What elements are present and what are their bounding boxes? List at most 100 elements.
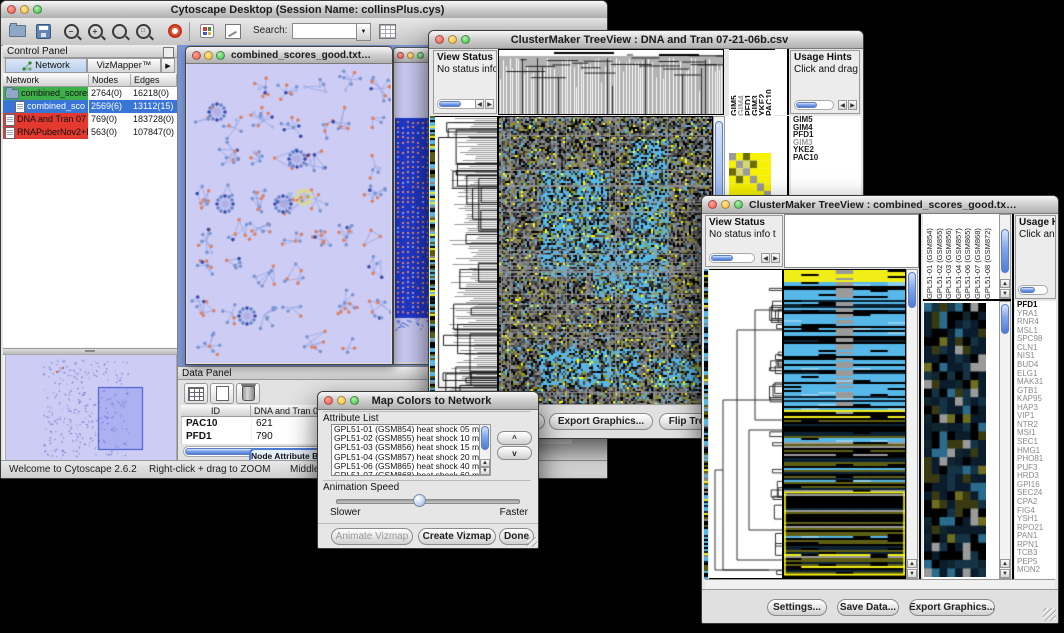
zoom-in-button[interactable]: +: [83, 21, 107, 41]
vizmapper-button[interactable]: [195, 21, 219, 41]
select-attributes-button[interactable]: [184, 383, 208, 404]
scroll-down-arrow[interactable]: ▼: [907, 569, 917, 578]
zoom-button[interactable]: [461, 35, 470, 44]
zoom-button[interactable]: [33, 5, 42, 14]
dialog-title-bar[interactable]: Map Colors to Network: [318, 392, 538, 410]
tv2-status-hscrollbar[interactable]: [709, 253, 755, 263]
animate-vizmap-button[interactable]: Animate Vizmap: [331, 528, 413, 545]
resize-grip[interactable]: [527, 537, 537, 547]
search-dropdown-button[interactable]: ▼: [356, 23, 371, 41]
close-button[interactable]: [7, 5, 16, 14]
network-canvas[interactable]: [187, 64, 391, 363]
tv1-column-label[interactable]: PAC10: [764, 50, 771, 116]
animation-speed-slider[interactable]: [336, 499, 520, 504]
scroll-up-arrow[interactable]: ▲: [1000, 279, 1010, 288]
scroll-up-arrow[interactable]: ▲: [480, 459, 490, 467]
treeview2-title-bar[interactable]: ClusterMaker TreeView : combined_scores_…: [702, 196, 1058, 214]
network-window-1[interactable]: combined_scores_good.txt--cluste...: [185, 46, 393, 365]
minimize-button[interactable]: [20, 5, 29, 14]
save-session-button[interactable]: [31, 21, 55, 41]
network-list-row[interactable]: DNA and Tran 07 769(0) 183728(0): [3, 113, 177, 126]
network-list-row[interactable]: combined_scores 2764(0) 16218(0): [3, 87, 177, 100]
tv1-heatmap-pane[interactable]: [498, 116, 713, 405]
table-import-button[interactable]: [375, 21, 399, 41]
tv2-global-strip[interactable]: [704, 269, 708, 579]
tv1-column-label[interactable]: YKE2: [757, 50, 764, 116]
zoom-selected-button[interactable]: [107, 21, 131, 41]
tv1-column-label[interactable]: GIM5: [729, 50, 736, 116]
tv1-export-graphics-button[interactable]: Export Graphics...: [549, 413, 653, 430]
tv2-settings-button[interactable]: Settings...: [767, 599, 827, 616]
tv2-column-label[interactable]: GPL51-04 (GSM857): [954, 214, 964, 299]
tv2-column-label[interactable]: GPL51-07 (GSM868): [973, 214, 983, 299]
scroll-left-arrow[interactable]: ◀: [475, 99, 484, 109]
minimize-button[interactable]: [448, 35, 457, 44]
tv1-detail-matrix-canvas[interactable]: [729, 153, 771, 199]
column-header-nodes[interactable]: Nodes: [89, 74, 131, 87]
tab-vizmapper[interactable]: VizMapper™: [87, 58, 161, 73]
tv1-status-hscrollbar[interactable]: [437, 99, 479, 109]
treeview1-title-bar[interactable]: ClusterMaker TreeView : DNA and Tran 07-…: [429, 31, 863, 49]
window-controls[interactable]: [1, 5, 48, 14]
vscrollbar-thumb[interactable]: [908, 272, 916, 308]
column-header-edges[interactable]: Edges: [131, 74, 177, 87]
scroll-right-arrow[interactable]: ▶: [848, 100, 857, 110]
create-vizmap-button[interactable]: Create Vizmap: [418, 528, 496, 545]
search-input[interactable]: [292, 23, 360, 39]
tv1-column-label[interactable]: GIM3: [750, 50, 757, 116]
tv1-row-dendrogram-pane[interactable]: [435, 116, 498, 405]
tv1-gene-label[interactable]: PAC10: [791, 154, 861, 162]
resize-grip[interactable]: [1043, 608, 1056, 621]
tv2-column-label[interactable]: GPL51-01 (GSM854): [925, 214, 935, 299]
tv2-column-label[interactable]: GPL51-08 (GSM872): [983, 214, 993, 299]
open-session-button[interactable]: [5, 21, 29, 41]
zoom-fit-button[interactable]: □: [131, 21, 155, 41]
tv2-row-dendrogram-pane[interactable]: [709, 269, 783, 579]
float-panel-icon[interactable]: [163, 47, 174, 58]
scroll-left-arrow[interactable]: ◀: [838, 100, 847, 110]
tab-network[interactable]: Network: [5, 58, 87, 73]
column-header-id[interactable]: ID: [181, 405, 251, 417]
minimize-button[interactable]: [204, 51, 213, 60]
tv2-column-label[interactable]: GPL51-03 (GSM856): [944, 214, 954, 299]
zoom-button[interactable]: [216, 51, 225, 60]
close-button[interactable]: [397, 52, 404, 59]
close-button[interactable]: [435, 35, 444, 44]
main-title-bar[interactable]: Cytoscape Desktop (Session Name: collins…: [1, 1, 607, 19]
help-button[interactable]: [163, 21, 187, 41]
minimize-button[interactable]: [337, 396, 346, 405]
tab-overflow-button[interactable]: ▶: [161, 58, 175, 73]
column-header-network[interactable]: Network: [3, 74, 89, 87]
close-button[interactable]: [324, 396, 333, 405]
minimize-button[interactable]: [721, 200, 730, 209]
attribute-list-vscrollbar[interactable]: ▲ ▼: [479, 424, 491, 476]
tv2-save-data-button[interactable]: Save Data...: [837, 599, 899, 616]
delete-attribute-button[interactable]: [236, 383, 260, 404]
tv2-vscrollbar[interactable]: ▲ ▼: [906, 269, 918, 579]
scroll-left-arrow[interactable]: ◀: [761, 253, 770, 263]
network-list-row[interactable]: RNAPuberNov2+I 563(0) 107847(0): [3, 126, 177, 139]
close-button[interactable]: [192, 51, 201, 60]
attribute-list-item[interactable]: GPL51-07 (GSM868) heat shock 60 min: [332, 471, 490, 476]
tv1-column-label[interactable]: GIM4: [736, 50, 743, 116]
scroll-right-arrow[interactable]: ▶: [771, 253, 780, 263]
scroll-right-arrow[interactable]: ▶: [485, 99, 494, 109]
network-list-row[interactable]: combined_sco 2569(6) 13112(15): [3, 100, 177, 113]
slider-thumb[interactable]: [413, 494, 426, 507]
scroll-down-arrow[interactable]: ▼: [1000, 569, 1010, 578]
zoom-button[interactable]: [350, 396, 359, 405]
scroll-up-arrow[interactable]: ▲: [907, 559, 917, 568]
tv2-detail-vscrollbar[interactable]: ▲ ▼: [999, 301, 1011, 579]
tv1-column-label[interactable]: PFD1: [743, 50, 750, 116]
tv1-column-dendrogram-pane[interactable]: [498, 49, 724, 115]
tv2-heatmap-pane[interactable]: [783, 269, 906, 579]
tv2-export-graphics-button[interactable]: Export Graphics...: [909, 599, 995, 616]
scroll-down-arrow[interactable]: ▼: [1000, 289, 1010, 298]
tv2-column-label[interactable]: GPL51-06 (GSM865): [963, 214, 973, 299]
zoom-button[interactable]: [734, 200, 743, 209]
tv2-gene-label[interactable]: MON2: [1015, 566, 1056, 575]
vscrollbar-thumb[interactable]: [481, 426, 489, 450]
tv2-labels-vscrollbar[interactable]: ▲ ▼: [999, 214, 1011, 299]
zoom-button[interactable]: [417, 52, 424, 59]
minimize-button[interactable]: [407, 52, 414, 59]
